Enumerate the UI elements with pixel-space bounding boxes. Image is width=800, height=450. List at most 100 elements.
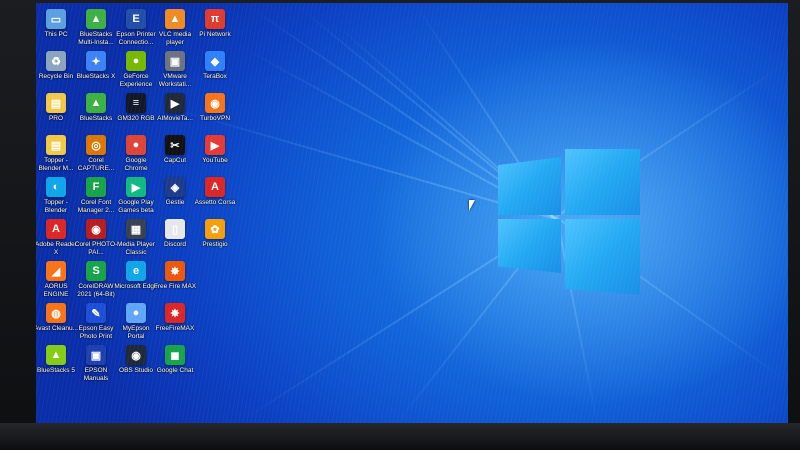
desktop-icon-label: MyEpson Portal bbox=[122, 325, 150, 340]
desktop-icon-label: Prestigio bbox=[202, 241, 228, 248]
desktop-icon-label: YouTube bbox=[202, 157, 228, 164]
desktop-icon[interactable]: ◉ Corel PHOTO-PAI... bbox=[74, 219, 118, 256]
app-icon: A bbox=[205, 177, 225, 197]
desktop-icon[interactable]: ● GeForce Experience bbox=[114, 51, 158, 88]
desktop-icon[interactable]: ▤ PRO bbox=[36, 93, 78, 123]
desktop-icon[interactable]: ▲ BlueStacks Multi-Insta... bbox=[74, 9, 118, 46]
desktop-icon-label: Topper - Blender M... bbox=[38, 157, 74, 172]
desktop-icon-label: CorelDRAW 2021 (64-Bit) bbox=[77, 283, 115, 298]
desktop-icon-label: TurboVPN bbox=[199, 115, 231, 122]
desktop-icon-label: Google Chrome bbox=[124, 157, 148, 172]
app-icon: ◍ bbox=[46, 303, 66, 323]
desktop-icon[interactable]: A Assetto Corsa bbox=[193, 177, 237, 207]
desktop-icon-label: Topper - Blender bbox=[44, 199, 68, 214]
desktop-icon-label: Assetto Corsa bbox=[194, 199, 236, 206]
desktop-icon[interactable]: ▶ YouTube bbox=[193, 135, 237, 165]
desktop-icon-label: Media Player Classic bbox=[117, 241, 155, 256]
desktop-icon[interactable]: ◉ OBS Studio bbox=[114, 345, 158, 375]
desktop-icon-label: Epson Easy Photo Print bbox=[78, 325, 114, 340]
app-icon: ✿ bbox=[205, 219, 225, 239]
desktop-icon[interactable]: e Microsoft Edge bbox=[114, 261, 158, 291]
desktop-icon-label: Pi Network bbox=[199, 31, 231, 38]
desktop-icon[interactable]: ◈ Gestie bbox=[153, 177, 197, 207]
desktop-icon[interactable]: A Adobe Reader X bbox=[36, 219, 78, 256]
desktop-icon[interactable]: ✦ BlueStacks X bbox=[74, 51, 118, 81]
app-icon: A bbox=[46, 219, 66, 239]
app-icon: ◆ bbox=[205, 51, 225, 71]
mouse-cursor-icon bbox=[469, 200, 475, 211]
desktop-icon[interactable]: ▲ BlueStacks 5 bbox=[36, 345, 78, 375]
desktop-icon-label: Adobe Reader X bbox=[36, 241, 77, 256]
logo-pane-bottom-left bbox=[498, 219, 561, 273]
app-icon: ✸ bbox=[165, 261, 185, 281]
desktop-icon-label: Discord bbox=[163, 241, 187, 248]
desktop-icon[interactable]: ✸ Free Fire MAX bbox=[153, 261, 197, 291]
app-icon: ◈ bbox=[165, 177, 185, 197]
desktop-icon[interactable]: ◉ TurboVPN bbox=[193, 93, 237, 123]
app-icon: ♻ bbox=[46, 51, 66, 71]
desktop-icon[interactable]: ▭ This PC bbox=[36, 9, 78, 39]
desktop-icon[interactable]: ▣ EPSON Manuals bbox=[74, 345, 118, 382]
app-icon: ● bbox=[126, 303, 146, 323]
desktop-icon-label: PRO bbox=[48, 115, 64, 122]
desktop-icon[interactable]: ◼ Google Chat bbox=[153, 345, 197, 375]
desktop-icon[interactable]: ≡ GM320 RGB bbox=[114, 93, 158, 123]
desktop-icon-label: Free Fire MAX bbox=[153, 283, 197, 290]
desktop-icon[interactable]: F Corel Font Manager 2... bbox=[74, 177, 118, 214]
app-icon: ▣ bbox=[165, 51, 185, 71]
app-icon: e bbox=[126, 261, 146, 281]
app-icon: ≡ bbox=[126, 93, 146, 113]
desktop-icon-label: Microsoft Edge bbox=[114, 283, 158, 290]
desktop-icon[interactable]: π Pi Network bbox=[193, 9, 237, 39]
desktop-icon[interactable]: ♻ Recycle Bin bbox=[36, 51, 78, 81]
app-icon: ▦ bbox=[126, 219, 146, 239]
desktop-icon[interactable]: ✂ CapCut bbox=[153, 135, 197, 165]
desktop-icon[interactable]: ◎ Corel CAPTURE... bbox=[74, 135, 118, 172]
desktop-icon[interactable]: ▶ Google Play Games beta bbox=[114, 177, 158, 214]
desktop-icon-label: EPSON Manuals bbox=[83, 367, 109, 382]
app-icon: ◢ bbox=[46, 261, 66, 281]
app-icon: ● bbox=[126, 51, 146, 71]
desktop-icon[interactable]: ▦ Media Player Classic bbox=[114, 219, 158, 256]
app-icon: ▶ bbox=[126, 177, 146, 197]
logo-pane-top-right bbox=[565, 149, 640, 215]
desktop-icon[interactable]: E Epson Printer Connectio... bbox=[114, 9, 158, 46]
desktop-icon[interactable]: ▤ Topper - Blender M... bbox=[36, 135, 78, 172]
desktop-icon[interactable]: ▲ BlueStacks bbox=[74, 93, 118, 123]
desktop-icon[interactable]: ✎ Epson Easy Photo Print bbox=[74, 303, 118, 340]
app-icon: ◐ bbox=[46, 177, 66, 197]
desktop-icon[interactable]: ▶ AIMovieTa... bbox=[153, 93, 197, 123]
desktop-icon[interactable]: ▲ VLC media player bbox=[153, 9, 197, 46]
desktop-icon[interactable]: ● Google Chrome bbox=[114, 135, 158, 172]
desktop-icon[interactable]: ✿ Prestigio bbox=[193, 219, 237, 249]
desktop-icon[interactable]: ◢ AORUS ENGINE bbox=[36, 261, 78, 298]
desktop-icon[interactable]: ▣ VMware Workstati... bbox=[153, 51, 197, 88]
app-icon: ▶ bbox=[205, 135, 225, 155]
desktop-icon[interactable]: ✸ FreeFireMAX bbox=[153, 303, 197, 333]
desktop-icon[interactable]: ◐ Topper - Blender bbox=[36, 177, 78, 214]
app-icon: ▯ bbox=[165, 219, 185, 239]
app-icon: ◉ bbox=[126, 345, 146, 365]
app-icon: π bbox=[205, 9, 225, 29]
desktop-icon-label: CapCut bbox=[163, 157, 187, 164]
desktop-icon-label: Corel CAPTURE... bbox=[77, 157, 115, 172]
desktop-icon[interactable]: ● MyEpson Portal bbox=[114, 303, 158, 340]
logo-pane-bottom-right bbox=[565, 219, 640, 295]
desktop-icon[interactable]: ◍ Avast Cleanu... bbox=[36, 303, 78, 333]
desktop-icon[interactable]: ▯ Discord bbox=[153, 219, 197, 249]
app-icon: E bbox=[126, 9, 146, 29]
app-icon: ◉ bbox=[205, 93, 225, 113]
desktop-icon-label: VMware Workstati... bbox=[158, 73, 192, 88]
desktop[interactable]: ▭ This PC ▲ BlueStacks Multi-Insta... E Epson… bbox=[36, 3, 788, 423]
app-icon: ● bbox=[126, 135, 146, 155]
app-icon: S bbox=[86, 261, 106, 281]
desktop-icon-label: Epson Printer Connectio... bbox=[116, 31, 156, 46]
monitor-bottom-edge bbox=[0, 423, 800, 450]
desktop-icon-label: Corel PHOTO-PAI... bbox=[74, 241, 118, 256]
desktop-icon-label: GeForce Experience bbox=[119, 73, 153, 88]
desktop-icon[interactable]: ◆ TeraBox bbox=[193, 51, 237, 81]
desktop-icon-label: BlueStacks X bbox=[76, 73, 116, 80]
desktop-icon[interactable]: S CorelDRAW 2021 (64-Bit) bbox=[74, 261, 118, 298]
app-icon: ▶ bbox=[165, 93, 185, 113]
desktop-icon-label: BlueStacks 5 bbox=[37, 367, 75, 374]
